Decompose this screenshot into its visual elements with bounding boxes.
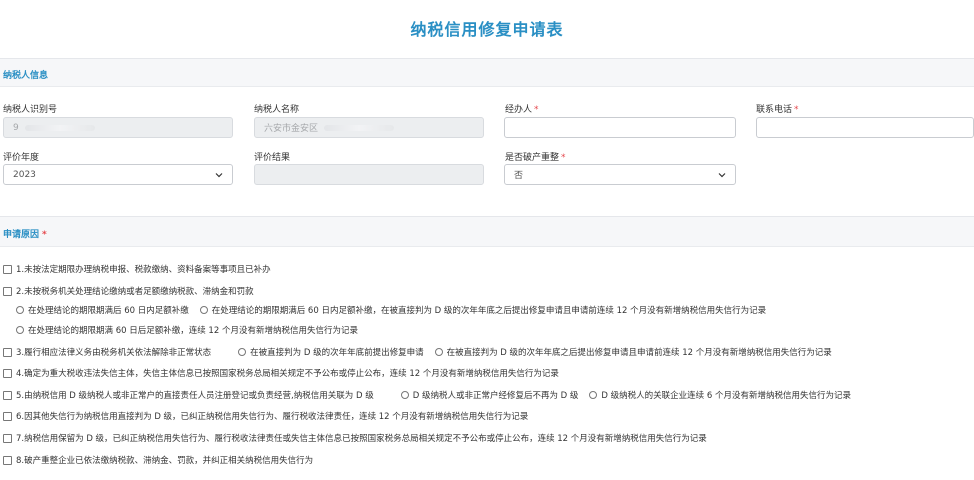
reason-item-7[interactable]: 7.纳税信用保留为 D 级，已纠正纳税信用失信行为、履行税收法律责任或失信主体信…	[0, 429, 974, 447]
reason-3-label: 3.履行相应法律义务由税务机关依法解除非正常状态	[16, 348, 212, 358]
reason-3-option-2[interactable]: 在被直接判为 D 级的次年年底之后提出修复申请且申请前连续 12 个月没有新增纳…	[434, 346, 832, 358]
reason-5-option-2-radio[interactable]	[589, 391, 598, 399]
reason-item-4[interactable]: 4.确定为重大税收违法失信主体，失信主体信息已按照国家税务总局相关规定不予公布或…	[0, 364, 974, 382]
reason-1-label: 1.未按法定期限办理纳税申报、税款缴纳、资料备案等事项且已补办	[16, 265, 271, 275]
reason-3-option-1-radio[interactable]	[238, 348, 247, 356]
taxpayer-name-label: 纳税人名称	[254, 105, 300, 115]
reason-section-header: 申请原因 *	[0, 216, 974, 247]
taxpayer-id-field: 9	[3, 117, 233, 138]
reason-2-checkbox[interactable]	[3, 286, 12, 296]
required-mark: *	[561, 153, 566, 163]
taxpayer-id-value: 9	[13, 122, 19, 133]
reason-5-option-2[interactable]: D 级纳税人的关联企业连续 6 个月没有新增纳税信用失信行为记录	[589, 389, 851, 401]
taxpayer-name-value: 六安市金安区	[264, 124, 319, 134]
reason-item-5[interactable]: 5.由纳税信用 D 级纳税人或非正常户的直接责任人员注册登记或负责经营,纳税信用…	[0, 386, 974, 404]
bankrupt-label: 是否破产重整 *	[505, 153, 566, 163]
reason-5-option-1-label: D 级纳税人或非正常户经修复后不再为 D 级	[412, 391, 579, 401]
bankrupt-select[interactable]: 否	[504, 164, 736, 185]
reason-3-option-1-label: 在被直接判为 D 级的次年年底前提出修复申请	[250, 348, 424, 358]
reason-2-option-2-label: 在处理结论的期限期满后 60 日内足额补缴，在被直接判为 D 级的次年年底之后提…	[211, 306, 767, 316]
reason-2-option-1-label: 在处理结论的期限期满后 60 日内足额补缴	[28, 306, 189, 316]
reason-2-option-1-radio[interactable]	[16, 306, 24, 314]
bankrupt-select-value: 否	[514, 171, 524, 181]
reason-3-option-2-radio[interactable]	[434, 348, 443, 356]
reason-2-option-2[interactable]: 在处理结论的期限期满后 60 日内足额补缴，在被直接判为 D 级的次年年底之后提…	[199, 304, 767, 316]
required-mark: *	[534, 105, 539, 115]
phone-label: 联系电话 *	[756, 105, 799, 115]
taxpayer-name-field: 六安市金安区	[254, 117, 484, 138]
required-mark: *	[794, 105, 799, 115]
redacted-mask	[24, 124, 95, 131]
page-title: 纳税信用修复申请表	[410, 20, 564, 39]
reason-4-checkbox[interactable]	[3, 368, 12, 378]
handler-label: 经办人 *	[505, 105, 539, 115]
reason-item-1[interactable]: 1.未按法定期限办理纳税申报、税款缴纳、资料备案等事项且已补办	[0, 260, 974, 278]
reason-3-checkbox[interactable]	[3, 347, 12, 357]
redacted-mask	[324, 124, 395, 131]
taxpayer-section-header: 纳税人信息	[0, 58, 974, 87]
reason-5-label: 5.由纳税信用 D 级纳税人或非正常户的直接责任人员注册登记或负责经营,纳税信用…	[16, 391, 374, 401]
taxpayer-section-title: 纳税人信息	[3, 71, 49, 81]
taxpayer-id-label: 纳税人识别号	[3, 105, 58, 115]
reason-2-option-3-label: 在处理结论的期限期满 60 日后足额补缴，连续 12 个月没有新增纳税信用失信行…	[28, 326, 358, 336]
result-field	[254, 164, 484, 185]
reason-2-label: 2.未按税务机关处理结论缴纳或者足额缴纳税款、滞纳金和罚款	[16, 287, 254, 297]
chevron-down-icon	[717, 170, 726, 179]
handler-input[interactable]	[504, 117, 736, 138]
reason-item-8[interactable]: 8.破产重整企业已依法缴纳税款、滞纳金、罚款，并纠正相关纳税信用失信行为	[0, 451, 974, 469]
required-mark: *	[42, 230, 47, 240]
reason-3-option-2-label: 在被直接判为 D 级的次年年底之后提出修复申请且申请前连续 12 个月没有新增纳…	[446, 348, 832, 358]
reason-8-checkbox[interactable]	[3, 455, 12, 465]
reason-2-option-2-radio[interactable]	[199, 306, 208, 314]
result-label: 评价结果	[254, 153, 291, 163]
chevron-down-icon	[214, 170, 223, 179]
year-select[interactable]: 2023	[3, 164, 233, 185]
reason-4-label: 4.确定为重大税收违法失信主体，失信主体信息已按照国家税务总局相关规定不予公布或…	[16, 369, 559, 379]
reason-3-option-1[interactable]: 在被直接判为 D 级的次年年底前提出修复申请	[238, 346, 424, 358]
reason-section-title: 申请原因 *	[3, 230, 47, 240]
reason-2-options-row-1: 在处理结论的期限期满后 60 日内足额补缴 在处理结论的期限期满后 60 日内足…	[0, 301, 974, 319]
year-label: 评价年度	[3, 153, 40, 163]
reason-2-options-row-2: 在处理结论的期限期满 60 日后足额补缴，连续 12 个月没有新增纳税信用失信行…	[0, 321, 974, 339]
reason-8-label: 8.破产重整企业已依法缴纳税款、滞纳金、罚款，并纠正相关纳税信用失信行为	[16, 456, 314, 466]
reason-5-option-1[interactable]: D 级纳税人或非正常户经修复后不再为 D 级	[400, 389, 579, 401]
reason-7-label: 7.纳税信用保留为 D 级，已纠正纳税信用失信行为、履行税收法律责任或失信主体信…	[16, 434, 707, 444]
reason-7-checkbox[interactable]	[3, 433, 12, 443]
reason-1-checkbox[interactable]	[3, 264, 12, 274]
reason-2-option-1[interactable]: 在处理结论的期限期满后 60 日内足额补缴	[16, 304, 189, 316]
reason-6-label: 6.因其他失信行为纳税信用直接判为 D 级，已纠正纳税信用失信行为、履行税收法律…	[16, 412, 529, 422]
reason-6-checkbox[interactable]	[3, 411, 12, 421]
reason-2-option-3-radio[interactable]	[16, 326, 24, 334]
reason-item-2[interactable]: 2.未按税务机关处理结论缴纳或者足额缴纳税款、滞纳金和罚款	[0, 282, 974, 300]
reason-2-option-3[interactable]: 在处理结论的期限期满 60 日后足额补缴，连续 12 个月没有新增纳税信用失信行…	[16, 324, 358, 336]
year-select-value: 2023	[13, 169, 36, 180]
reason-5-option-1-radio[interactable]	[400, 391, 409, 399]
reason-5-option-2-label: D 级纳税人的关联企业连续 6 个月没有新增纳税信用失信行为记录	[601, 391, 851, 401]
reason-item-3[interactable]: 3.履行相应法律义务由税务机关依法解除非正常状态 在被直接判为 D 级的次年年底…	[0, 343, 974, 361]
reason-item-6[interactable]: 6.因其他失信行为纳税信用直接判为 D 级，已纠正纳税信用失信行为、履行税收法律…	[0, 407, 974, 425]
phone-input[interactable]	[756, 117, 974, 138]
reason-5-checkbox[interactable]	[3, 390, 12, 400]
